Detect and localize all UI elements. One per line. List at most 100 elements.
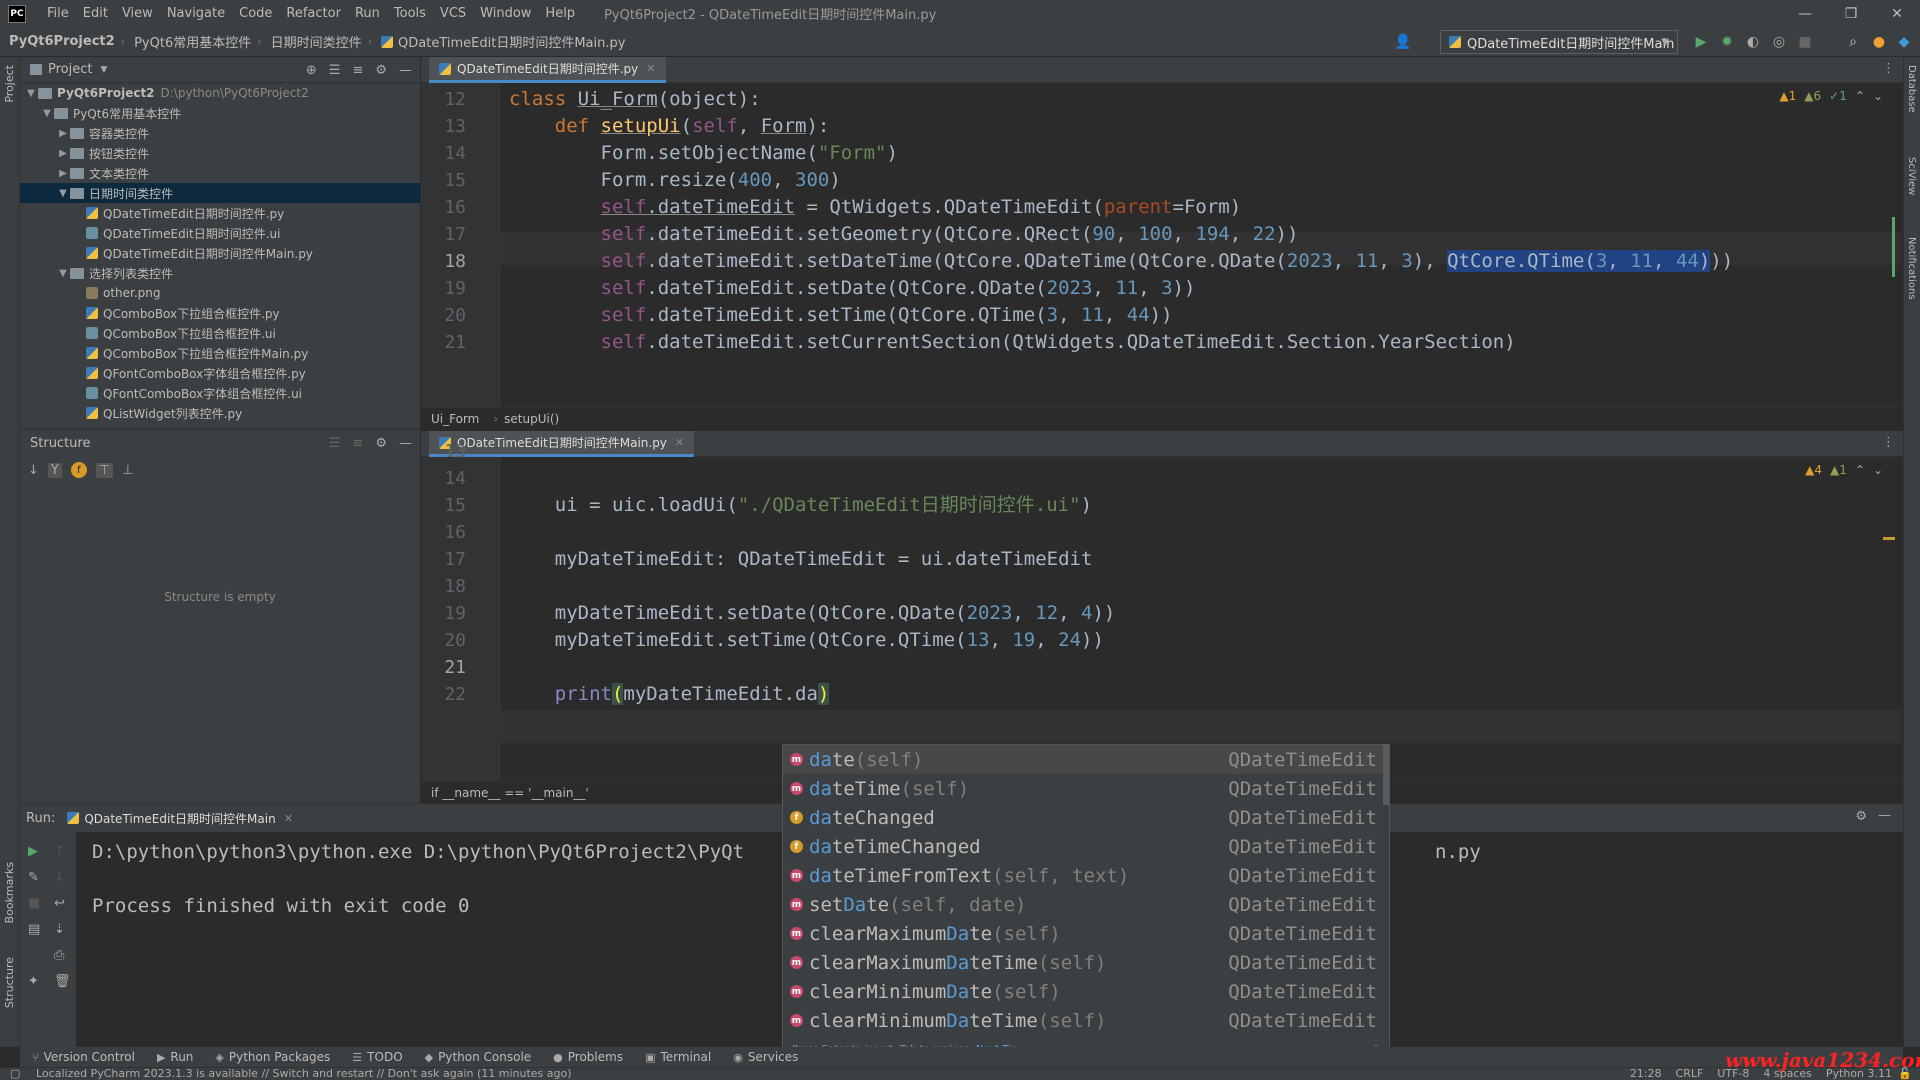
tree-item[interactable]: QComboBox下拉组合框控件.py	[20, 303, 420, 323]
completion-item[interactable]: m date (self) QDateTimeEdit	[783, 745, 1389, 774]
locate-icon[interactable]: ⊕	[306, 63, 317, 78]
editor-tab-active[interactable]: QDateTimeEdit日期时间控件.py ✕	[429, 57, 666, 83]
trash-icon[interactable]: 🗑	[54, 974, 71, 989]
tree-item[interactable]: QDateTimeEdit日期时间控件.ui	[20, 223, 420, 243]
tool-window-button[interactable]: ▣ Terminal	[645, 1050, 711, 1064]
expand-all-icon[interactable]: ☰	[329, 436, 341, 451]
completion-item[interactable]: m clearMaximumDateTime (self) QDateTimeEdit	[783, 948, 1389, 977]
hide-icon[interactable]: —	[399, 436, 412, 451]
down-icon[interactable]: ↓	[54, 870, 65, 885]
minimize-icon[interactable]: —	[1782, 0, 1828, 27]
run-tab[interactable]: QDateTimeEdit日期时间控件Main ✕	[67, 810, 293, 827]
print-icon[interactable]: ⎙	[54, 948, 64, 963]
tree-item[interactable]: QFontComboBox字体组合框控件.py	[20, 363, 420, 383]
python-interpreter[interactable]: Python 3.11	[1826, 1067, 1892, 1080]
gear-icon[interactable]: ⚙	[1855, 809, 1867, 824]
tree-item[interactable]: QComboBox下拉组合框控件Main.py	[20, 343, 420, 363]
nav-crumb-file[interactable]: QDateTimeEdit日期时间控件Main.py	[372, 32, 631, 51]
status-message[interactable]: Localized PyCharm 2023.1.3 is available …	[36, 1067, 572, 1080]
expand-all-icon[interactable]: ☰	[329, 63, 341, 78]
close-icon[interactable]: ✕	[284, 812, 293, 825]
completion-item[interactable]: f dateChanged QDateTimeEdit	[783, 803, 1389, 832]
breadcrumb-method[interactable]: setupUi()	[504, 412, 559, 426]
run-configuration-select[interactable]: QDateTimeEdit日期时间控件Main ▼	[1440, 30, 1678, 54]
menu-run[interactable]: Run	[348, 6, 387, 21]
autoscroll-icon[interactable]: ⊥	[122, 463, 133, 478]
completion-item[interactable]: f dateTimeChanged QDateTimeEdit	[783, 832, 1389, 861]
tree-item[interactable]: QListWidget列表控件.py	[20, 403, 420, 423]
wrench-icon[interactable]: ✎	[28, 870, 39, 885]
pin-icon[interactable]: ✦	[28, 974, 39, 989]
tool-window-button[interactable]: ◉ Services	[733, 1050, 798, 1064]
close-icon[interactable]: ✕	[675, 436, 684, 449]
close-window-icon[interactable]: ✕	[1874, 0, 1920, 27]
file-encoding[interactable]: UTF-8	[1717, 1067, 1749, 1080]
run-icon[interactable]: ▶	[1690, 31, 1712, 53]
collapse-all-icon[interactable]: ≡	[352, 436, 363, 451]
restore-icon[interactable]: ❐	[1828, 0, 1874, 27]
bookmarks-tool-button[interactable]: Bookmarks	[3, 862, 16, 923]
nav-crumb-project[interactable]: PyQt6Project2	[0, 34, 121, 49]
chevron-up-icon[interactable]: ⌃	[1855, 463, 1865, 477]
tool-window-button[interactable]: ☰ TODO	[352, 1050, 402, 1064]
breadcrumb-class[interactable]: Ui_Form	[431, 412, 479, 426]
chevron-right-icon[interactable]: ▶	[56, 128, 70, 139]
filter-icon[interactable]: ⊤	[95, 462, 114, 478]
show-fields-icon[interactable]: Y	[47, 462, 62, 478]
editor-tab-active[interactable]: QDateTimeEdit日期时间控件Main.py ✕	[429, 431, 695, 457]
chevron-down-icon[interactable]: ▼	[56, 268, 70, 279]
chevron-down-icon[interactable]: ▼	[40, 108, 54, 119]
menu-file[interactable]: File	[40, 6, 76, 21]
tree-item[interactable]: ▶ 按钮类控件	[20, 143, 420, 163]
menu-navigate[interactable]: Navigate	[160, 6, 232, 21]
completion-item[interactable]: m setDate (self, date) QDateTimeEdit	[783, 890, 1389, 919]
collapse-all-icon[interactable]: ≡	[352, 63, 363, 78]
more-icon[interactable]: ⋮	[1882, 61, 1895, 76]
tree-item[interactable]: ▼ PyQt6常用基本控件	[20, 103, 420, 123]
more-icon[interactable]: ⋮	[1882, 435, 1895, 450]
sort-alpha-icon[interactable]: ↓	[28, 463, 39, 478]
menu-vcs[interactable]: VCS	[433, 6, 473, 21]
tree-item[interactable]: ▼ 日期时间类控件	[20, 183, 420, 203]
rerun-icon[interactable]: ▶	[28, 844, 38, 859]
completion-scrollbar[interactable]	[1383, 745, 1389, 805]
soft-wrap-icon[interactable]: ↩	[54, 896, 65, 911]
status-toggle-icon[interactable]: ▢	[10, 1067, 20, 1080]
completion-item[interactable]: m clearMaximumDate (self) QDateTimeEdit	[783, 919, 1389, 948]
chevron-down-icon[interactable]: ⌄	[1873, 89, 1883, 103]
completion-item[interactable]: m clearMinimumDateTime (self) QDateTimeEdit	[783, 1006, 1389, 1035]
chevron-right-icon[interactable]: ▶	[56, 168, 70, 179]
notifications-tool-button[interactable]: Notifications	[1906, 237, 1917, 300]
update-icon[interactable]: ●	[1868, 31, 1890, 53]
chevron-right-icon[interactable]: ▶	[56, 148, 70, 159]
menu-window[interactable]: Window	[473, 6, 538, 21]
database-tool-button[interactable]: Database	[1906, 65, 1917, 113]
menu-help[interactable]: Help	[538, 6, 582, 21]
layout-icon[interactable]: ▤	[28, 922, 40, 937]
tree-item[interactable]: QDateTimeEdit日期时间控件Main.py	[20, 243, 420, 263]
lock-icon[interactable]: 🔓	[1898, 1067, 1912, 1080]
tree-item[interactable]: other.png	[20, 283, 420, 303]
chevron-down-icon[interactable]: ⌄	[1873, 463, 1883, 477]
hide-icon[interactable]: —	[399, 63, 412, 78]
chevron-up-icon[interactable]: ⌃	[1855, 89, 1865, 103]
stop-icon[interactable]: ■	[28, 896, 40, 911]
inspection-widget[interactable]: ▲4 ▲1 ⌃ ⌄	[1805, 463, 1883, 477]
tool-window-button[interactable]: ● Problems	[553, 1050, 623, 1064]
completion-item[interactable]: m dateTimeFromText (self, text) QDateTimeEd…	[783, 861, 1389, 890]
coverage-icon[interactable]: ◐	[1742, 31, 1764, 53]
menu-code[interactable]: Code	[232, 6, 279, 21]
breadcrumb-main-guard[interactable]: if __name__ == '__main__'	[431, 786, 589, 800]
nav-crumb-subfolder[interactable]: 日期时间类控件	[262, 32, 368, 51]
gear-icon[interactable]: ⚙	[375, 436, 387, 451]
tree-item[interactable]: QComboBox下拉组合框控件.ui	[20, 323, 420, 343]
scroll-to-end-icon[interactable]: ⇣	[54, 922, 65, 937]
project-tool-button[interactable]: Project	[3, 65, 16, 103]
sciview-tool-button[interactable]: SciView	[1906, 157, 1917, 195]
tool-window-button[interactable]: ▶ Run	[157, 1050, 193, 1064]
tool-window-button[interactable]: ◈ Python Packages	[215, 1050, 330, 1064]
caret-position[interactable]: 21:28	[1630, 1067, 1662, 1080]
chevron-down-icon[interactable]: ▼	[56, 188, 70, 199]
user-account-icon[interactable]: 👤	[1392, 31, 1414, 53]
project-panel-title[interactable]: Project	[48, 62, 92, 77]
